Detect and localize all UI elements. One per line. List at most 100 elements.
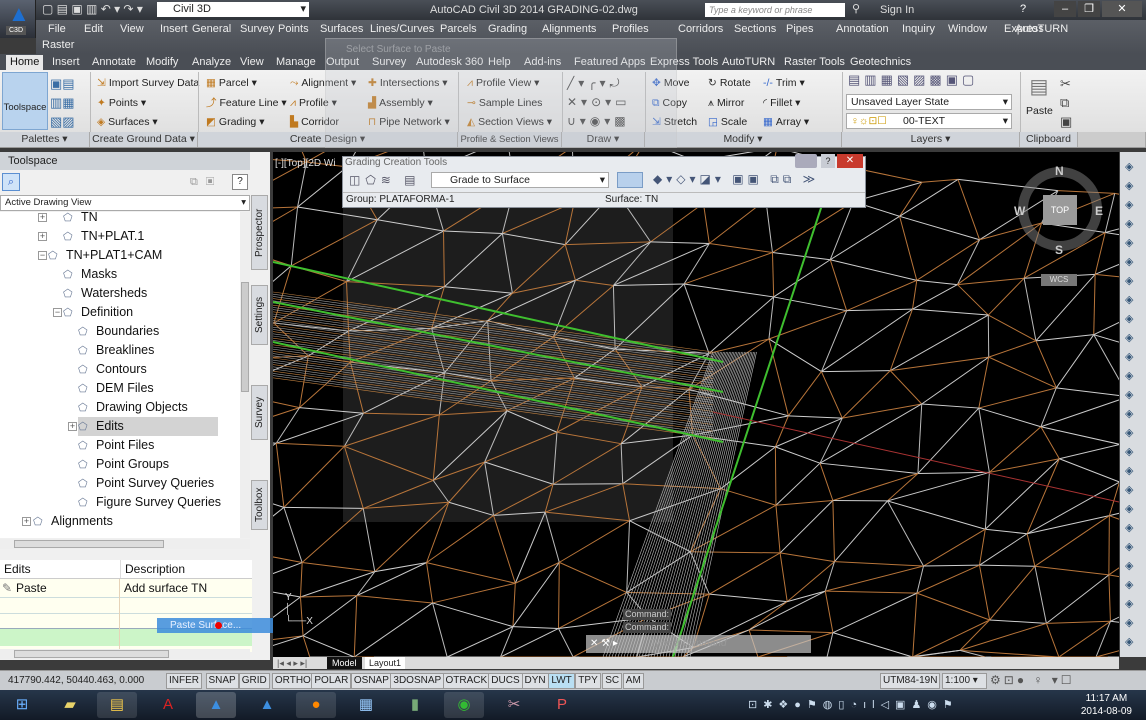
menu-alignments[interactable]: Alignments: [542, 22, 596, 36]
menu-profiles[interactable]: Profiles: [612, 22, 649, 36]
menu-general[interactable]: General: [192, 22, 231, 36]
toolspace-toolbar-icons[interactable]: ⧉▣: [190, 175, 222, 189]
create-grading-button[interactable]: [617, 172, 643, 188]
toggle-ortho[interactable]: ORTHO: [271, 673, 314, 689]
tree-item[interactable]: ⬠ Drawing Objects: [78, 398, 188, 417]
tab-settings[interactable]: Settings: [251, 285, 268, 345]
system-tray-icons[interactable]: ⊡✱❖●⚑◍▯◔ıl◁▣♟◉⚑: [748, 698, 959, 712]
tree-vscrollbar[interactable]: [240, 212, 250, 538]
help-icon[interactable]: ?: [232, 174, 248, 190]
tree-item[interactable]: ⬠ TN: [63, 212, 98, 227]
chrome-icon[interactable]: ◉: [444, 692, 484, 718]
menu-window[interactable]: Window: [948, 22, 987, 36]
tree-item[interactable]: ⬠ Boundaries: [78, 322, 159, 341]
edits-hscrollbar[interactable]: [0, 649, 250, 659]
nav-tool-icon[interactable]: ◈: [1125, 312, 1133, 326]
firefox-icon[interactable]: ●: [296, 692, 336, 718]
array-button[interactable]: ▦ Array ▾: [763, 115, 809, 129]
nav-tool-icon[interactable]: ◈: [1125, 274, 1133, 288]
nav-tool-icon[interactable]: ◈: [1125, 331, 1133, 345]
close-icon[interactable]: ✕ ⚒ ▸: [590, 635, 618, 653]
toggle-polar[interactable]: POLAR: [311, 673, 352, 689]
expand-toggle[interactable]: +: [38, 213, 47, 222]
menu-parcels[interactable]: Parcels: [440, 22, 477, 36]
toolspace-title[interactable]: Toolspace: [0, 152, 250, 170]
nav-tool-icon[interactable]: ◈: [1125, 483, 1133, 497]
expand-toggle[interactable]: +: [22, 517, 31, 526]
toolspace-button[interactable]: Toolspace: [2, 72, 48, 130]
sign-in-button[interactable]: Sign In: [880, 4, 914, 17]
toggle-tpy[interactable]: TPY: [575, 673, 601, 689]
palette-icons[interactable]: ▣▤ ▥▦ ▧▨: [50, 74, 75, 131]
ribbon-tab-modify[interactable]: Modify: [142, 55, 182, 69]
cut-copy-icons[interactable]: ✂ ⧉ ▣: [1060, 74, 1072, 131]
parcel-button[interactable]: ▦ Parcel ▾: [206, 76, 257, 90]
grading-group-label[interactable]: Group: PLATAFORMA-1: [346, 194, 455, 206]
menu-sections[interactable]: Sections: [734, 22, 776, 36]
clipboard-icon[interactable]: ▤: [1026, 74, 1052, 100]
nav-tool-icon[interactable]: ◈: [1125, 616, 1133, 630]
nav-tool-icon[interactable]: ◈: [1125, 236, 1133, 250]
nav-tool-icon[interactable]: ◈: [1125, 255, 1133, 269]
tree-item[interactable]: ⬠ Point Survey Queries: [78, 474, 214, 493]
ribbon-tab-view[interactable]: View: [236, 55, 268, 69]
column-header-edits[interactable]: Edits: [0, 560, 31, 578]
menu-surfaces[interactable]: Surfaces: [320, 22, 363, 36]
start-button[interactable]: ⊞: [2, 692, 42, 718]
explorer-icon[interactable]: ▤: [97, 692, 137, 718]
expand-toggle[interactable]: −: [53, 308, 62, 317]
nav-tool-icon[interactable]: ◈: [1125, 217, 1133, 231]
panel-label-layers[interactable]: Layers ▾: [842, 132, 1020, 147]
column-header-description[interactable]: Description: [120, 560, 185, 578]
toggle-lwt[interactable]: LWT: [548, 673, 575, 689]
menu-corridors[interactable]: Corridors: [678, 22, 723, 36]
grading-edit-icons[interactable]: ◆▾◇▾◪▾ ▣▣ ⧉⧉ ≫: [653, 172, 819, 187]
feature-line-button[interactable]: ⤴ Feature Line ▾: [206, 96, 287, 110]
tree-item[interactable]: ⬠ Alignments: [33, 512, 113, 531]
menu-insert[interactable]: Insert: [160, 22, 188, 36]
compass-north[interactable]: N: [1055, 164, 1064, 178]
tab-survey[interactable]: Survey: [251, 385, 268, 440]
toolspace-search-icon[interactable]: ⌕: [2, 173, 20, 191]
toggle-infer[interactable]: INFER: [166, 673, 202, 689]
ribbon-tab-manage[interactable]: Manage: [272, 55, 320, 69]
help-icon[interactable]: ?: [1020, 2, 1026, 16]
ribbon-tab-geotechnics[interactable]: Geotechnics: [846, 55, 915, 69]
acrobat-icon[interactable]: A: [148, 692, 188, 718]
layer-select[interactable]: ♀☼⊡☐ 00-TEXT: [846, 113, 1012, 129]
tree-item[interactable]: ⬠ DEM Files: [78, 379, 154, 398]
ribbon-tab-autoturn[interactable]: AutoTURN: [718, 55, 779, 69]
nav-tool-icon[interactable]: ◈: [1125, 502, 1133, 516]
layer-state-select[interactable]: Unsaved Layer State: [846, 94, 1012, 110]
paste-button[interactable]: Paste: [1026, 104, 1053, 118]
grading-surface-label[interactable]: Surface: TN: [605, 194, 658, 206]
nav-tool-icon[interactable]: ◈: [1125, 578, 1133, 592]
nav-tool-icon[interactable]: ◈: [1125, 369, 1133, 383]
nav-tool-icon[interactable]: ◈: [1125, 559, 1133, 573]
tree-item[interactable]: ⬠ Point Groups: [78, 455, 169, 474]
status-tray-icons[interactable]: ⚙⊡● ♀ ▾☐: [990, 673, 1075, 688]
calculator-icon[interactable]: ▦: [346, 692, 386, 718]
toggle-otrack[interactable]: OTRACK: [442, 673, 491, 689]
toggle-3dosnap[interactable]: 3DOSNAP: [390, 673, 445, 689]
edit-row-operation[interactable]: ✎ Paste: [0, 579, 47, 597]
coordinate-system[interactable]: UTM84-19N: [880, 673, 940, 689]
tab-layout1[interactable]: Layout1: [365, 657, 406, 669]
criteria-select[interactable]: Grade to Surface: [431, 172, 609, 188]
menu-survey[interactable]: Survey: [240, 22, 274, 36]
rotate-button[interactable]: ↻ Rotate: [708, 76, 751, 90]
menu-grading[interactable]: Grading: [488, 22, 527, 36]
nav-tool-icon[interactable]: ◈: [1125, 426, 1133, 440]
scale-button[interactable]: ◲ Scale: [708, 115, 747, 129]
binoculars-icon[interactable]: ⚲: [852, 3, 860, 16]
toggle-snap[interactable]: SNAP: [205, 673, 239, 689]
nav-tool-icon[interactable]: ◈: [1125, 540, 1133, 554]
grading-button[interactable]: ◩ Grading ▾: [206, 115, 264, 129]
tree-item[interactable]: ⬠ TN+PLAT.1: [63, 227, 144, 246]
nav-tool-icon[interactable]: ◈: [1125, 635, 1133, 649]
tree-item[interactable]: ⬠ TN+PLAT1+CAM: [48, 246, 162, 265]
nav-tool-icon[interactable]: ◈: [1125, 388, 1133, 402]
compass-west[interactable]: W: [1014, 204, 1025, 218]
nav-tool-icon[interactable]: ◈: [1125, 521, 1133, 535]
workspace-select[interactable]: Civil 3D: [157, 2, 309, 17]
